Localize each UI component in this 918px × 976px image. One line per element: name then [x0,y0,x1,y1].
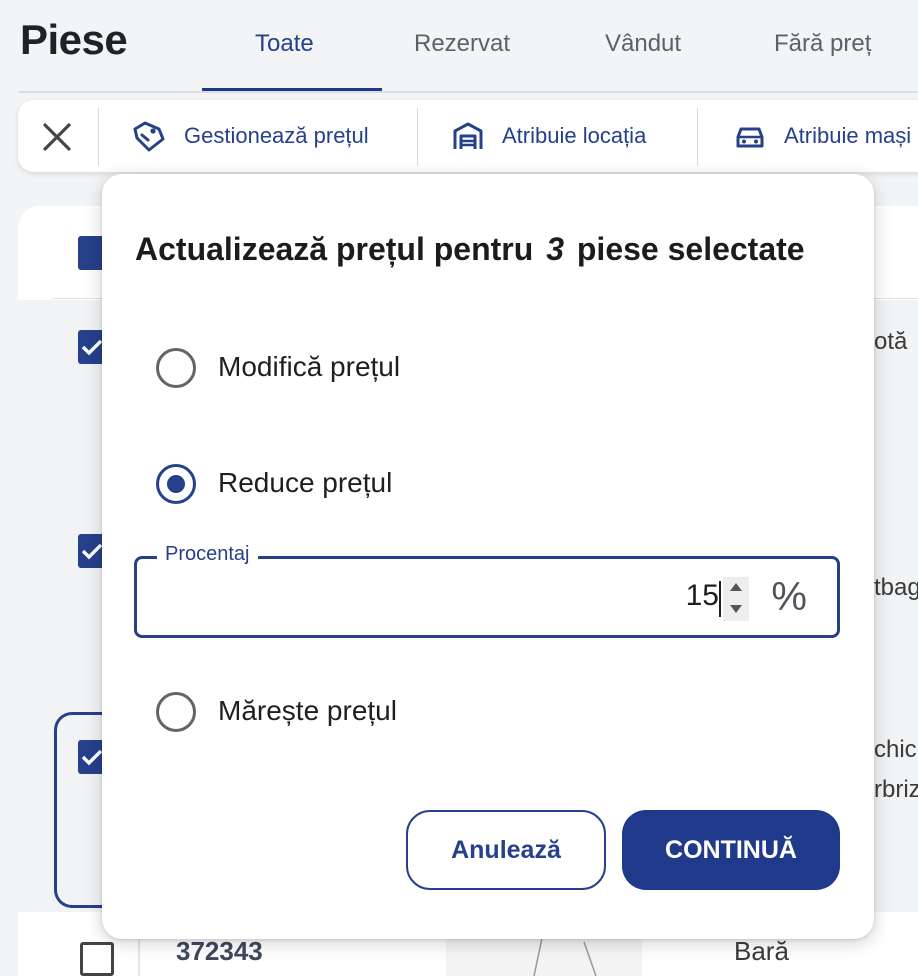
assign-car-label: Atribuie mași [784,123,912,148]
percent-unit: % [771,575,807,619]
toolbar-divider [98,108,99,166]
tab-fara-pret[interactable]: Fără preț [774,30,871,58]
tabs: Toate Rezervat Vândut Fără preț [200,0,918,92]
radio-modify-price-label[interactable]: Modifică prețul [218,351,400,383]
toolbar-divider [417,108,418,166]
number-spinner[interactable] [723,577,749,621]
row-id: 372343 [176,936,263,966]
bulk-action-toolbar: Gestionează prețul Atribuie locația Atri… [18,100,918,172]
percentage-field[interactable]: Procentaj 15 % [134,543,840,638]
assign-location-label: Atribuie locația [502,123,647,148]
dialog-title: Actualizează prețul pentru 3 piese selec… [135,231,805,268]
cancel-button[interactable]: Anulează [406,810,606,890]
price-tag-icon [133,121,165,152]
row-name: rbriz [874,776,918,803]
percentage-field-label: Procentaj [157,543,258,566]
dialog-title-suffix: piese selectate [576,231,805,267]
check-icon [81,749,103,766]
assign-car-button[interactable]: Atribuie mași [734,100,911,172]
check-icon [81,339,103,356]
row-checkbox[interactable] [80,942,114,976]
radio-modify-price[interactable] [156,348,196,388]
radio-increase-price[interactable] [156,692,196,732]
selected-count: 3 [546,231,564,267]
tab-vandut[interactable]: Vândut [605,30,681,58]
spinner-up-icon[interactable] [730,583,742,591]
continue-button[interactable]: CONTINUĂ [622,810,840,890]
radio-reduce-price-label[interactable]: Reduce prețul [218,467,392,499]
toolbar-divider [697,108,698,166]
row-name: Bară [734,936,789,966]
row-name: chic [874,736,917,763]
spinner-down-icon[interactable] [730,605,742,613]
close-icon[interactable] [40,120,74,154]
tabs-divider [18,91,918,93]
tab-rezervat[interactable]: Rezervat [414,30,510,58]
manage-price-button[interactable]: Gestionează prețul [132,100,369,172]
car-icon [736,127,764,148]
radio-reduce-price[interactable] [156,464,196,504]
garage-icon [453,122,483,149]
check-icon [81,543,103,560]
row-name: otă [874,328,908,355]
page-title: Piese [20,16,128,63]
text-caret [719,581,721,617]
assign-location-button[interactable]: Atribuie locația [452,100,646,172]
radio-increase-price-label[interactable]: Mărește prețul [218,695,397,727]
tab-toate[interactable]: Toate [255,30,314,58]
row-name: tbag [874,574,918,601]
dialog-title-prefix: Actualizează prețul pentru [135,231,534,267]
percentage-input[interactable]: 15 [686,579,719,613]
manage-price-label: Gestionează prețul [184,123,369,148]
update-price-dialog: Actualizează prețul pentru 3 piese selec… [102,174,874,939]
